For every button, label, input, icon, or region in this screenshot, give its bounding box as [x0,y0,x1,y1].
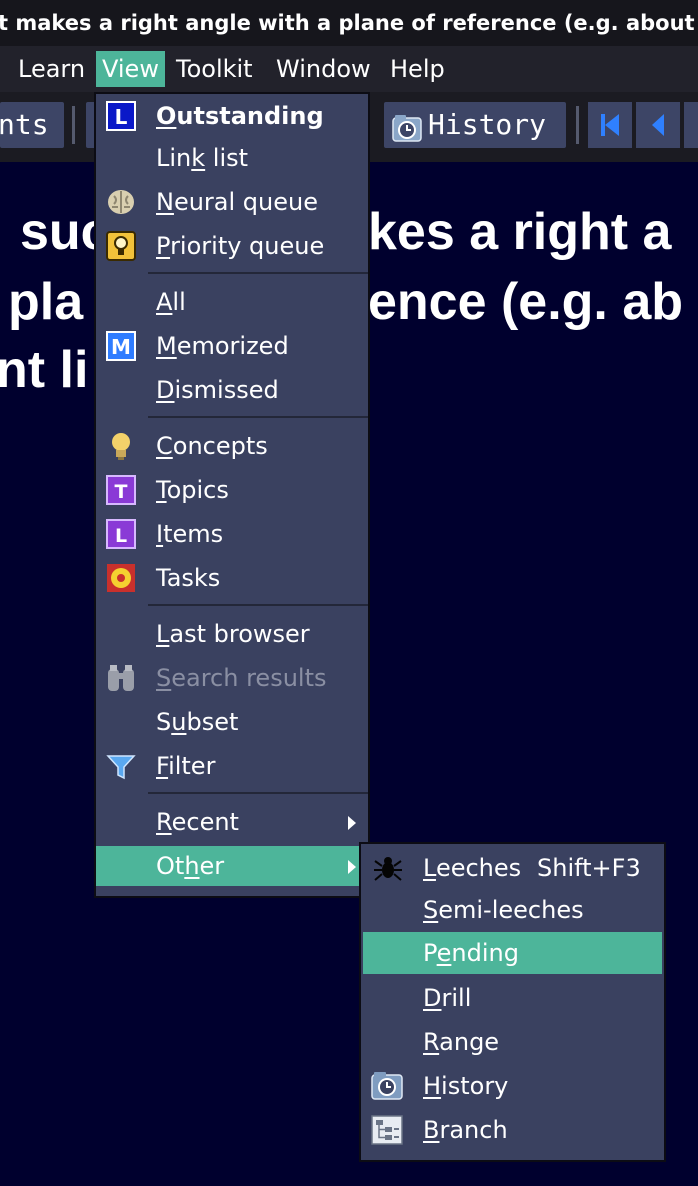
item-l-icon: L [106,519,136,549]
menu-item-link-list[interactable]: Link list [96,138,368,178]
menu-item-memorized[interactable]: M Memorized [96,326,368,366]
toolbar-separator [576,106,579,144]
menu-item-other[interactable]: Other [96,846,368,886]
content-text-line: pla [8,273,84,331]
content-text-line: ence (e.g. ab [368,273,683,331]
lightbulb-icon [106,431,136,461]
menu-separator [148,272,368,274]
filter-funnel-icon [106,751,136,781]
window-title: t makes a right angle with a plane of re… [0,11,698,35]
submenu-item-leeches[interactable]: Leeches Shift+F3 [361,848,664,888]
submenu-item-history[interactable]: History [361,1066,664,1106]
app-window: t makes a right angle with a plane of re… [0,0,698,1186]
history-button-label: History [428,108,547,141]
menu-separator [148,792,368,794]
menu-item-topics[interactable]: T Topics [96,470,368,510]
content-text-line: kes a right a [368,203,672,261]
previous-page-button[interactable] [636,102,680,148]
title-bar: t makes a right angle with a plane of re… [0,0,698,46]
view-menu: L Outstanding Link list Neural queue Pri… [94,92,370,898]
menu-item-subset[interactable]: Subset [96,702,368,742]
menu-item-neural-queue[interactable]: Neural queue [96,182,368,222]
svg-text:L: L [115,525,127,547]
branch-tree-icon [371,1115,403,1145]
svg-text:T: T [115,481,128,503]
memorized-m-icon: M [106,331,136,361]
next-page-button[interactable] [684,102,698,148]
menu-item-last-browser[interactable]: Last browser [96,614,368,654]
menu-item-dismissed[interactable]: Dismissed [96,370,368,410]
menu-item-priority-queue[interactable]: Priority queue [96,226,368,266]
menu-learn[interactable]: Learn [12,51,91,87]
svg-text:M: M [111,335,131,359]
menu-item-filter[interactable]: Filter [96,746,368,786]
toolbar-separator [72,106,75,144]
submenu-item-branch[interactable]: Branch [361,1110,664,1150]
priority-bulb-icon [106,231,136,261]
submenu-item-drill[interactable]: Drill [361,978,664,1018]
menu-window[interactable]: Window [270,51,377,87]
menu-item-search-results: Search results [96,658,368,698]
content-text-line: nt li [0,341,89,399]
contents-button-label: nts [0,108,49,141]
menu-item-outstanding[interactable]: L Outstanding [96,96,368,136]
menu-item-tasks[interactable]: Tasks [96,558,368,598]
menu-bar: Learn View Toolkit Window Help [0,46,698,92]
topic-t-icon: T [106,475,136,505]
menu-item-concepts[interactable]: Concepts [96,426,368,466]
menu-toolkit[interactable]: Toolkit [170,51,259,87]
history-button[interactable]: History [384,102,566,148]
tasks-icon [106,563,136,593]
submenu-item-range[interactable]: Range [361,1022,664,1062]
menu-item-items[interactable]: L Items [96,514,368,554]
leech-spider-icon [373,853,403,883]
menu-separator [148,416,368,418]
submenu-item-pending[interactable]: Pending [363,932,662,974]
history-clock-icon [392,111,422,142]
binoculars-icon [106,663,136,693]
previous-arrow-icon [652,114,664,136]
brain-icon [106,187,136,217]
menu-item-all[interactable]: All [96,282,368,322]
menu-item-recent[interactable]: Recent [96,802,368,842]
history-clock-icon [371,1071,403,1101]
menu-view[interactable]: View [96,51,165,87]
submenu-arrow-icon [348,816,356,830]
other-submenu: Leeches Shift+F3 Semi-leeches Pending Dr… [359,842,666,1162]
first-page-button[interactable] [588,102,632,148]
submenu-arrow-icon [348,860,356,874]
submenu-item-semi-leeches[interactable]: Semi-leeches [361,890,664,930]
contents-button[interactable]: nts [0,102,64,148]
menu-separator [148,604,368,606]
svg-text:L: L [115,105,128,129]
menu-help[interactable]: Help [384,51,451,87]
outstanding-l-icon: L [106,101,136,131]
first-page-icon [601,114,619,136]
leeches-shortcut: Shift+F3 [537,854,641,882]
